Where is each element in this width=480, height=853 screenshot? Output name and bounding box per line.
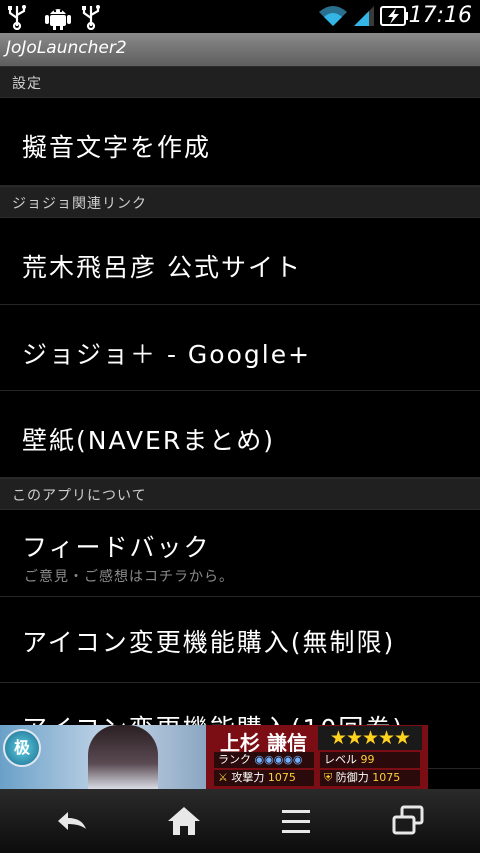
app-title: JoJoLauncher2 xyxy=(6,38,127,58)
list-item-sublabel: ご意見・ご感想はコチラから。 xyxy=(24,569,234,585)
ad-star-rating: ★★★★★ xyxy=(318,726,422,750)
section-header-settings: 設定 xyxy=(0,66,480,98)
ad-attack-value: 1075 xyxy=(267,771,296,784)
system-nav-bar xyxy=(0,789,480,853)
list-item-label: アイコン変更機能購入(無制限) xyxy=(22,628,396,657)
list-item-create-onomatopoeia[interactable]: 擬音文字を作成 xyxy=(0,98,480,186)
ad-defense-label: 防御力 xyxy=(335,771,369,784)
recent-apps-icon[interactable] xyxy=(388,803,428,839)
menu-icon[interactable] xyxy=(276,803,316,839)
section-header-jojo-links: ジョジョ関連リンク xyxy=(0,186,480,218)
shield-icon: ⛨ xyxy=(324,771,333,784)
ad-rank-gems-icon: ◉◉◉◉◉ xyxy=(254,753,303,766)
ad-badge: 极 xyxy=(3,729,41,767)
home-icon[interactable] xyxy=(164,803,204,839)
list-item-wallpaper[interactable]: 壁紙(NAVERまとめ) xyxy=(0,391,480,478)
section-header-label: ジョジョ関連リンク xyxy=(12,196,147,212)
ad-character-figure xyxy=(88,725,158,789)
ad-level-value: 99 xyxy=(360,753,375,766)
ad-attack: ⚔ 攻撃力 1075 xyxy=(214,770,314,786)
ad-rank: ランク ◉◉◉◉◉ xyxy=(214,752,314,768)
ad-level: レベル 99 xyxy=(320,752,420,768)
ad-defense-value: 1075 xyxy=(372,771,401,784)
status-bar: 17:16 xyxy=(0,0,480,33)
signal-icon xyxy=(354,6,374,26)
section-header-about: このアプリについて xyxy=(0,478,480,510)
android-debug-icon xyxy=(45,9,71,30)
battery-charging-icon xyxy=(380,6,408,26)
app-title-bar: JoJoLauncher2 xyxy=(0,33,480,66)
sword-icon: ⚔ xyxy=(218,771,228,784)
list-item-label: 擬音文字を作成 xyxy=(22,133,212,162)
section-header-label: このアプリについて xyxy=(12,488,147,504)
ad-character-art: 极 xyxy=(0,725,206,789)
list-item-araki-site[interactable]: 荒木飛呂彦 公式サイト xyxy=(0,218,480,305)
back-icon[interactable] xyxy=(52,803,92,839)
usb-icon xyxy=(82,5,100,30)
list-item-jojo-google-plus[interactable]: ジョジョ＋ - Google+ xyxy=(0,305,480,391)
list-item-icon-unlimited[interactable]: アイコン変更機能購入(無制限) xyxy=(0,597,480,683)
ad-banner[interactable]: 极 上杉 謙信 ★★★★★ ランク ◉◉◉◉◉ レベル 99 ⚔ 攻撃力 107… xyxy=(0,725,428,789)
usb-icon xyxy=(8,5,26,30)
ad-rank-label: ランク xyxy=(218,753,251,766)
section-header-label: 設定 xyxy=(12,76,42,92)
clock: 17:16 xyxy=(408,3,472,28)
list-item-label: フィードバック xyxy=(22,533,211,562)
list-item-label: 壁紙(NAVERまとめ) xyxy=(22,426,275,455)
ad-level-label: レベル xyxy=(324,753,357,766)
ad-defense: ⛨ 防御力 1075 xyxy=(320,770,420,786)
ad-attack-label: 攻撃力 xyxy=(231,771,265,784)
list-item-feedback[interactable]: フィードバック ご意見・ご感想はコチラから。 xyxy=(0,510,480,597)
list-item-label: 荒木飛呂彦 公式サイト xyxy=(22,253,302,282)
wifi-icon xyxy=(319,6,347,26)
list-item-label: ジョジョ＋ - Google+ xyxy=(22,340,312,369)
